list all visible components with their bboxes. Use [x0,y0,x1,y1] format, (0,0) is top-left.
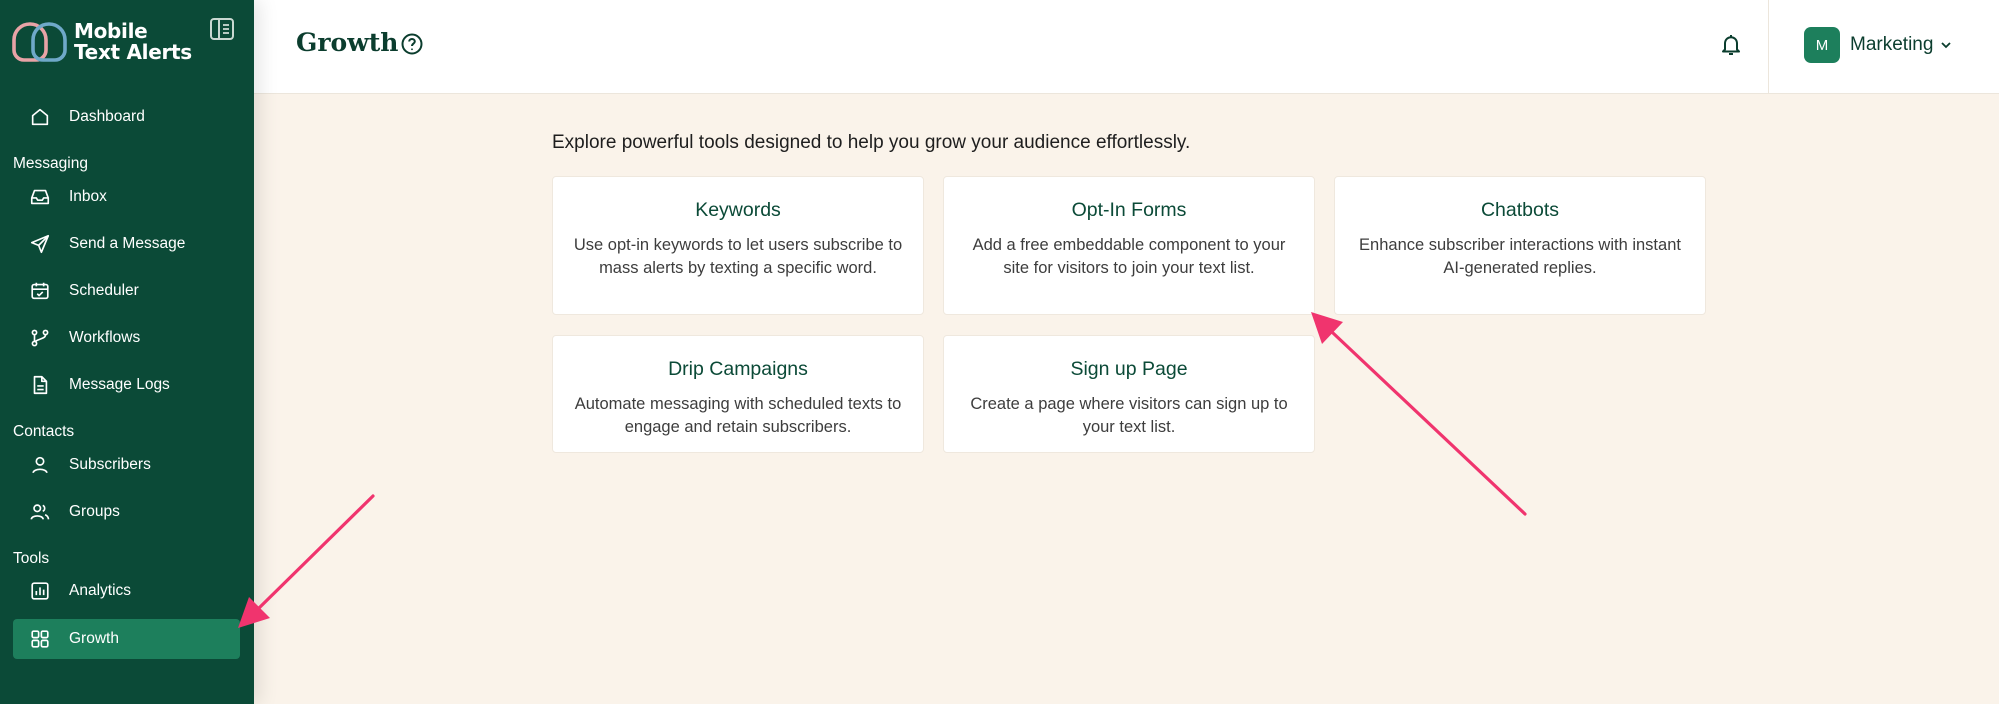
section-label-contacts: Contacts [13,423,75,440]
annotation-arrow-growth [238,494,375,628]
card-sign-up-page[interactable]: Sign up Page Create a page where visitor… [943,335,1315,453]
card-description: Add a free embeddable component to your … [972,236,1286,277]
brand-logo-icon [12,22,67,62]
sidebar-item-label: Message Logs [69,376,170,393]
inbox-icon [30,189,50,205]
sidebar-item-scheduler[interactable]: Scheduler [13,271,240,311]
sidebar-item-subscribers[interactable]: Subscribers [13,445,240,485]
sidebar-item-dashboard[interactable]: Dashboard [13,97,240,137]
section-label-tools: Tools [13,550,50,567]
chevron-down-icon [1941,42,1952,49]
calendar-icon [31,282,49,300]
sidebar-item-inbox[interactable]: Inbox [13,177,240,217]
card-title: Sign up Page [1070,358,1188,380]
sidebar-item-label: Inbox [69,188,107,205]
sidebar-item-label: Subscribers [69,456,151,473]
card-title: Opt-In Forms [1071,199,1187,221]
card-description: Enhance subscriber interactions with ins… [1359,236,1681,277]
sidebar-item-label: Growth [69,630,119,647]
brand-name-line1: Mobile [74,19,148,43]
sidebar-item-label: Scheduler [69,282,139,299]
send-icon [30,234,50,254]
brand-name-line2: Text Alerts [74,40,192,64]
sidebar-item-label: Workflows [69,329,141,346]
header-divider [1768,0,1769,94]
card-drip-campaigns[interactable]: Drip Campaigns Automate messaging with s… [552,335,924,453]
card-description: Automate messaging with scheduled texts … [574,395,902,436]
document-icon [33,375,48,395]
section-label-messaging: Messaging [13,155,88,172]
sidebar-item-label: Analytics [69,582,132,599]
page-title: Growth [296,28,399,57]
bell-icon[interactable] [1720,33,1742,57]
sidebar-item-growth[interactable]: Growth [13,619,240,659]
users-icon [30,504,50,520]
card-opt-in-forms[interactable]: Opt-In Forms Add a free embeddable compo… [943,176,1315,315]
card-chatbots[interactable]: Chatbots Enhance subscriber interactions… [1334,176,1706,315]
sidebar-item-label: Send a Message [69,235,186,252]
avatar: M [1804,27,1840,63]
workflow-icon [31,329,49,347]
grid-icon [31,630,49,648]
sidebar-item-analytics[interactable]: Analytics [13,571,240,611]
card-description: Use opt-in keywords to let users subscri… [573,236,903,277]
home-icon [31,108,49,126]
card-title: Drip Campaigns [668,358,808,380]
top-header: Growth M Marketing [254,0,1999,94]
sidebar-item-workflows[interactable]: Workflows [13,318,240,358]
sidebar-item-label: Dashboard [69,108,145,125]
sidebar-collapse-icon[interactable] [209,17,235,41]
account-menu[interactable]: M Marketing [1804,27,1953,63]
user-icon [32,456,48,474]
sidebar-item-groups[interactable]: Groups [13,492,240,532]
sidebar-item-message-logs[interactable]: Message Logs [13,365,240,405]
bar-chart-icon [31,582,49,600]
help-icon[interactable] [400,32,424,56]
sidebar: Mobile Text Alerts Dashboard Messaging I… [0,0,254,704]
sidebar-item-send-a-message[interactable]: Send a Message [13,224,240,264]
sidebar-item-label: Groups [69,503,120,520]
card-description: Create a page where visitors can sign up… [970,395,1288,436]
card-keywords[interactable]: Keywords Use opt-in keywords to let user… [552,176,924,315]
account-name: Marketing [1850,34,1934,55]
annotation-arrow-opt-in-forms [1311,312,1527,516]
card-title: Keywords [695,199,781,221]
brand-logo-link[interactable]: Mobile Text Alerts [12,20,192,64]
card-title: Chatbots [1480,199,1560,221]
intro-text: Explore powerful tools designed to help … [552,132,1191,153]
